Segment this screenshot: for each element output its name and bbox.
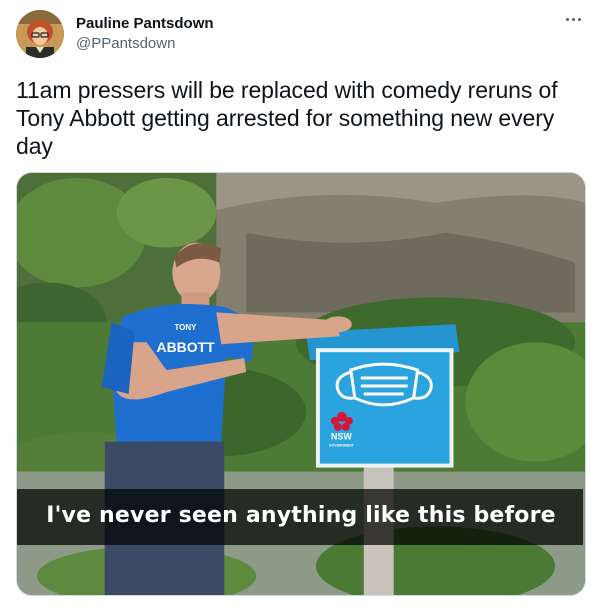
tweet-text: 11am pressers will be replaced with come… (16, 77, 558, 159)
display-name[interactable]: Pauline Pantsdown (76, 15, 214, 33)
shirt-text-main: ABBOTT (157, 339, 216, 355)
avatar-image (16, 10, 64, 58)
more-horizontal-icon (577, 17, 581, 21)
nsw-logo-text: NSW (331, 432, 352, 442)
user-handle[interactable]: @PPantsdown (76, 35, 175, 53)
more-horizontal-icon (565, 17, 569, 21)
more-options-button[interactable] (560, 8, 586, 30)
shirt-text-top: TONY (174, 323, 197, 332)
more-horizontal-icon (571, 17, 575, 21)
tweet-media[interactable]: NSW GOVERNMENT TONY ABBOTT I've never se… (16, 172, 586, 596)
nsw-logo-subtext: GOVERNMENT (329, 444, 355, 448)
video-caption: I've never seen anything like this befor… (46, 503, 556, 528)
avatar[interactable] (16, 10, 64, 58)
tweet-card: Pauline Pantsdown @PPantsdown 11am press… (0, 0, 600, 612)
